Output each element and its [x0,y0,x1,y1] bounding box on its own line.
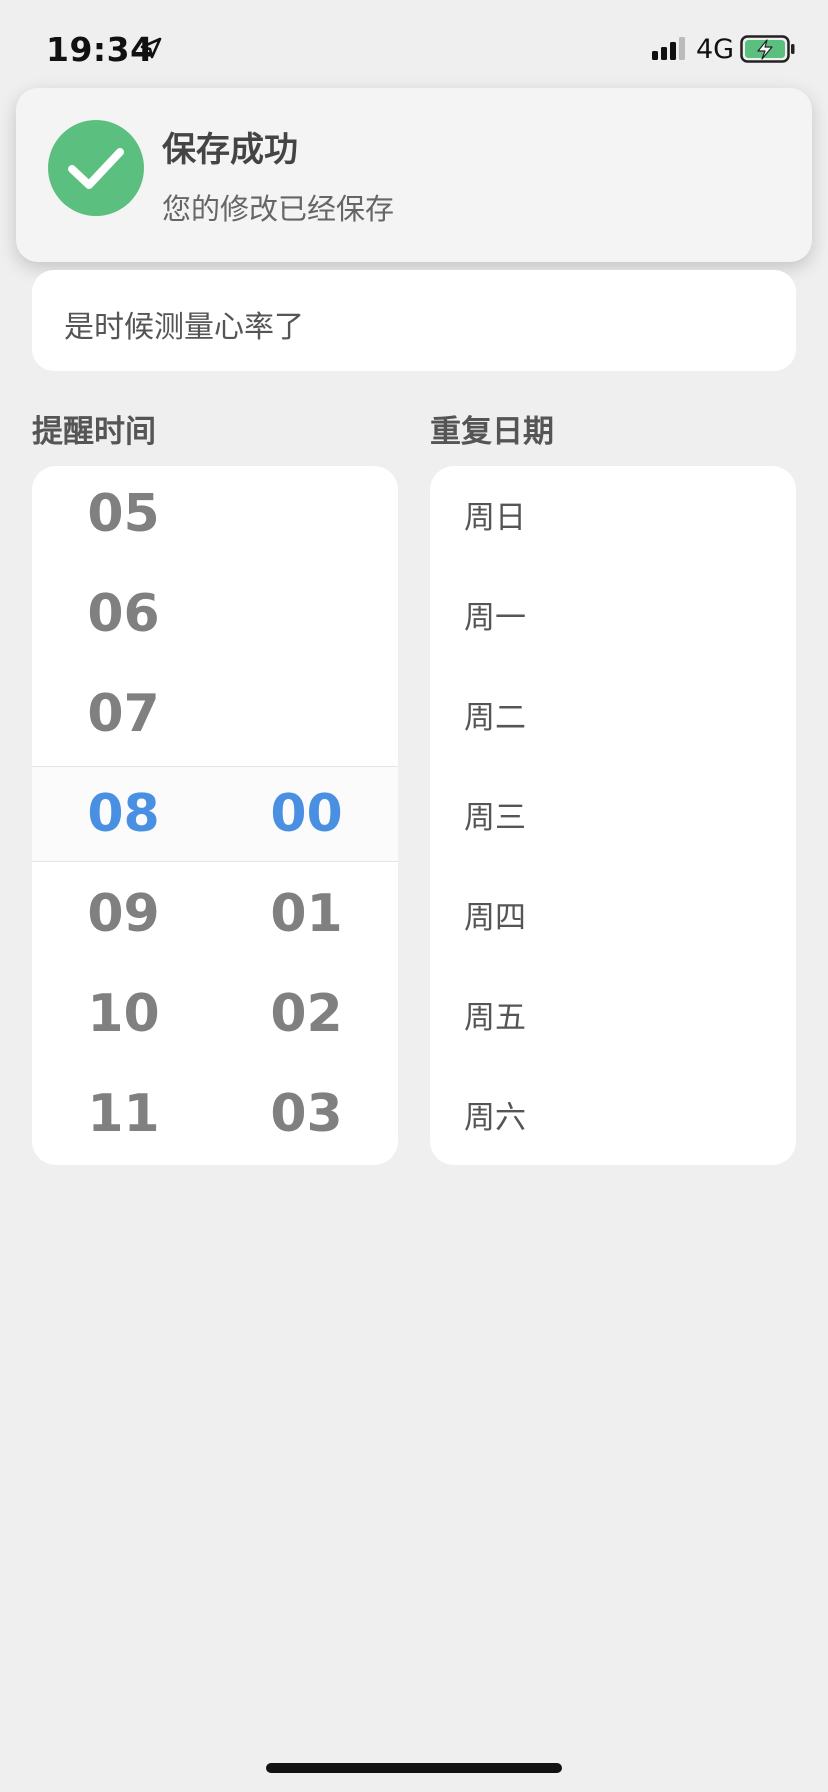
day-option-tuesday[interactable]: 周二 [430,664,796,764]
hour-option[interactable]: 07 [32,664,215,764]
status-bar: 19:34 4G [0,0,828,100]
network-label: 4G [696,34,735,65]
day-option-saturday[interactable]: 周六 [430,1064,796,1164]
hour-option[interactable]: 10 [32,964,215,1064]
reminder-message-field[interactable]: 是时候测量心率了 [32,270,796,371]
check-circle-icon [48,120,144,216]
reminder-message-text: 是时候测量心率了 [64,310,304,345]
minute-option-selected[interactable]: 00 [215,764,398,864]
home-indicator[interactable] [266,1763,562,1773]
hour-option[interactable]: 09 [32,864,215,964]
toast-title: 保存成功 [162,130,298,170]
location-arrow-icon [140,37,162,59]
repeat-days-title: 重复日期 [430,414,554,450]
signal-icon [652,37,685,60]
minute-option[interactable]: 03 [215,1064,398,1164]
screen: 19:34 4G 保存成功 您的修改已经保存 是时候测量心率了 提醒时间 重复日… [0,0,828,1792]
minute-option[interactable]: 01 [215,864,398,964]
battery-charging-icon [740,35,795,63]
hour-option-selected[interactable]: 08 [32,764,215,864]
day-option-sunday[interactable]: 周日 [430,466,796,564]
hour-option[interactable]: 11 [32,1064,215,1164]
minute-wheel[interactable]: 00 01 02 03 [215,466,398,1165]
day-option-thursday[interactable]: 周四 [430,864,796,964]
hour-option[interactable]: 06 [32,564,215,664]
repeat-days-list: 周日 周一 周二 周三 周四 周五 周六 [430,466,796,1165]
hour-wheel[interactable]: 05 06 07 08 09 10 11 [32,466,215,1165]
day-option-monday[interactable]: 周一 [430,564,796,664]
reminder-time-title: 提醒时间 [32,414,156,450]
time-picker[interactable]: 05 06 07 08 09 10 11 00 01 02 03 [32,466,398,1165]
toast-subtitle: 您的修改已经保存 [162,192,395,226]
save-success-toast[interactable]: 保存成功 您的修改已经保存 [16,88,812,262]
minute-option[interactable]: 02 [215,964,398,1064]
day-option-friday[interactable]: 周五 [430,964,796,1064]
hour-option[interactable]: 05 [32,466,215,564]
day-option-wednesday[interactable]: 周三 [430,764,796,864]
